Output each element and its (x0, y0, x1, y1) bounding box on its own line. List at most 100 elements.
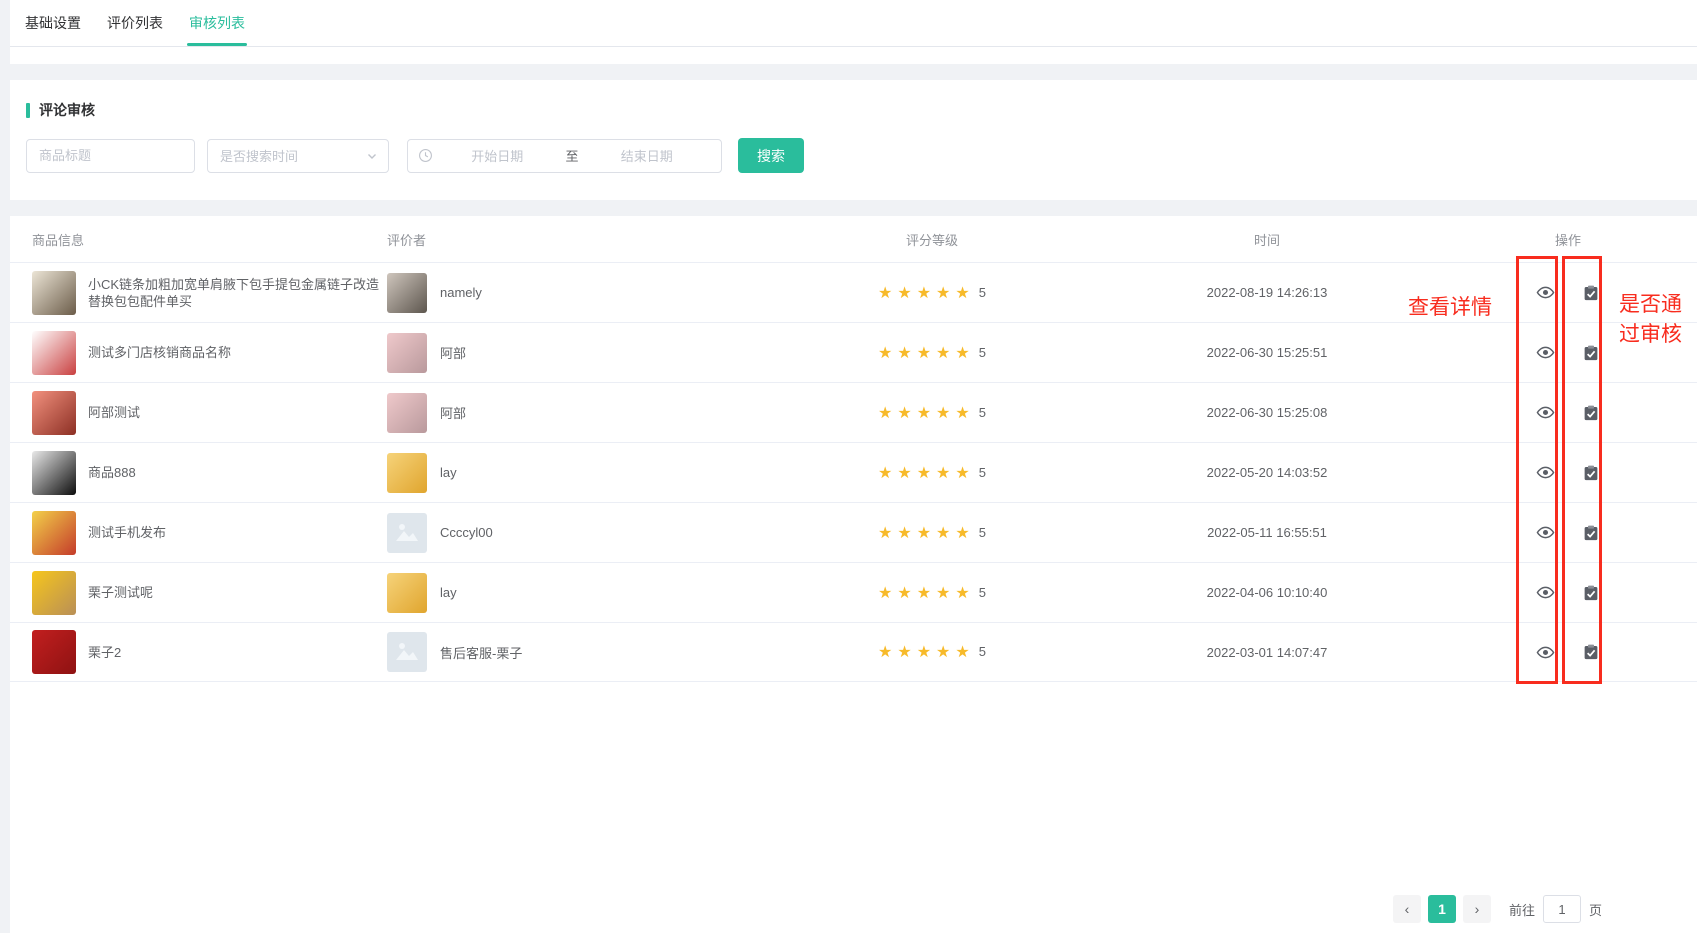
eye-icon (1536, 523, 1555, 542)
approve-review-button[interactable] (1568, 524, 1614, 542)
section-title: 评论审核 (26, 100, 1697, 120)
pagination-goto-input[interactable] (1543, 895, 1581, 923)
date-range-separator: 至 (562, 146, 583, 165)
product-name: 阿部测试 (88, 404, 140, 421)
reviewer-avatar (387, 333, 427, 373)
approve-review-button[interactable] (1568, 643, 1614, 661)
review-time: 2022-08-19 14:26:13 (1012, 285, 1522, 300)
approve-review-button[interactable] (1568, 344, 1614, 362)
reviewer-name: 售后客服-栗子 (440, 643, 522, 662)
reviewer-avatar (387, 273, 427, 313)
reviewer-avatar (387, 393, 427, 433)
eye-icon (1536, 403, 1555, 422)
rating-value: 5 (979, 585, 986, 600)
tabs-panel: 基础设置 评价列表 审核列表 (10, 0, 1697, 64)
tab-basic-settings[interactable]: 基础设置 (25, 0, 81, 46)
header-reviewer: 评价者 (387, 230, 852, 249)
product-name: 商品888 (88, 464, 136, 481)
star-rating: ★★★★★ (878, 405, 975, 422)
view-details-button[interactable] (1522, 343, 1568, 362)
view-details-button[interactable] (1522, 403, 1568, 422)
approve-review-button[interactable] (1568, 284, 1614, 302)
pagination-goto-label: 前往 (1509, 900, 1535, 919)
review-table-panel: 商品信息 评价者 评分等级 时间 操作 小CK链条加粗加宽单肩腋下包手提包金属链… (10, 216, 1697, 933)
reviewer-name: namely (440, 285, 482, 300)
section-title-text: 评论审核 (39, 100, 95, 120)
view-details-button[interactable] (1522, 583, 1568, 602)
view-details-button[interactable] (1522, 463, 1568, 482)
eye-icon (1536, 343, 1555, 362)
header-product: 商品信息 (22, 230, 387, 249)
clipboard-check-icon (1582, 584, 1600, 602)
review-time: 2022-06-30 15:25:51 (1012, 345, 1522, 360)
end-date-placeholder: 结束日期 (583, 146, 712, 165)
header-actions: 操作 (1522, 230, 1614, 249)
review-table-body: 小CK链条加粗加宽单肩腋下包手提包金属链子改造替换包包配件单买 namely ★… (10, 262, 1697, 682)
review-time: 2022-06-30 15:25:08 (1012, 405, 1522, 420)
eye-icon (1536, 283, 1555, 302)
view-details-button[interactable] (1522, 523, 1568, 542)
table-row: 栗子测试呢 lay ★★★★★5 2022-04-06 10:10:40 (10, 562, 1697, 622)
star-rating: ★★★★★ (878, 644, 975, 661)
product-name: 测试多门店核销商品名称 (88, 344, 231, 361)
approve-review-button[interactable] (1568, 464, 1614, 482)
search-button[interactable]: 搜索 (738, 138, 804, 173)
search-panel: 评论审核 是否搜索时间 开始日期 至 结束日期 搜索 (10, 80, 1697, 200)
review-time: 2022-05-20 14:03:52 (1012, 465, 1522, 480)
time-filter-select[interactable]: 是否搜索时间 (207, 139, 389, 173)
clipboard-check-icon (1582, 464, 1600, 482)
reviewer-avatar (387, 573, 427, 613)
time-filter-placeholder: 是否搜索时间 (220, 146, 298, 165)
reviewer-name: lay (440, 585, 457, 600)
review-time: 2022-05-11 16:55:51 (1012, 525, 1522, 540)
header-time: 时间 (1012, 230, 1522, 249)
reviewer-avatar (387, 513, 427, 553)
clipboard-check-icon (1582, 643, 1600, 661)
star-rating: ★★★★★ (878, 585, 975, 602)
eye-icon (1536, 583, 1555, 602)
rating-value: 5 (979, 405, 986, 420)
clipboard-check-icon (1582, 344, 1600, 362)
tab-review-list[interactable]: 评价列表 (107, 0, 163, 46)
pagination-next-button[interactable]: › (1463, 895, 1491, 923)
view-details-button[interactable] (1522, 283, 1568, 302)
rating-value: 5 (979, 345, 986, 360)
table-row: 测试多门店核销商品名称 阿部 ★★★★★5 2022-06-30 15:25:5… (10, 322, 1697, 382)
search-row: 是否搜索时间 开始日期 至 结束日期 搜索 (26, 138, 1697, 173)
date-range-picker[interactable]: 开始日期 至 结束日期 (407, 139, 722, 173)
view-details-button[interactable] (1522, 643, 1568, 662)
clipboard-check-icon (1582, 404, 1600, 422)
reviewer-name: lay (440, 465, 457, 480)
start-date-placeholder: 开始日期 (433, 146, 562, 165)
star-rating: ★★★★★ (878, 285, 975, 302)
table-row: 小CK链条加粗加宽单肩腋下包手提包金属链子改造替换包包配件单买 namely ★… (10, 262, 1697, 322)
pagination-page-unit: 页 (1589, 900, 1602, 919)
table-row: 商品888 lay ★★★★★5 2022-05-20 14:03:52 (10, 442, 1697, 502)
pagination-page-1[interactable]: 1 (1428, 895, 1456, 923)
product-thumbnail (32, 391, 76, 435)
reviewer-avatar (387, 453, 427, 493)
image-placeholder-icon (394, 639, 420, 665)
rating-value: 5 (979, 465, 986, 480)
approve-review-button[interactable] (1568, 404, 1614, 422)
rating-value: 5 (979, 525, 986, 540)
product-thumbnail (32, 331, 76, 375)
clipboard-check-icon (1582, 524, 1600, 542)
product-thumbnail (32, 571, 76, 615)
product-thumbnail (32, 511, 76, 555)
header-rating: 评分等级 (852, 230, 1012, 249)
chevron-down-icon (366, 150, 378, 162)
product-title-input[interactable] (26, 139, 195, 173)
tab-audit-list[interactable]: 审核列表 (189, 0, 245, 46)
product-thumbnail (32, 630, 76, 674)
reviewer-name: 阿部 (440, 403, 466, 422)
table-row: 阿部测试 阿部 ★★★★★ 5 2022-06-30 15:25:08 (10, 382, 1697, 442)
product-thumbnail (32, 271, 76, 315)
approve-review-button[interactable] (1568, 584, 1614, 602)
pagination-prev-button[interactable]: ‹ (1393, 895, 1421, 923)
eye-icon (1536, 643, 1555, 662)
product-name: 栗子2 (88, 644, 121, 661)
reviewer-name: 阿部 (440, 343, 466, 362)
table-header-row: 商品信息 评价者 评分等级 时间 操作 (10, 216, 1697, 262)
table-row: 栗子2 售后客服-栗子 ★★★★★5 2022-03-01 14:07:47 (10, 622, 1697, 682)
